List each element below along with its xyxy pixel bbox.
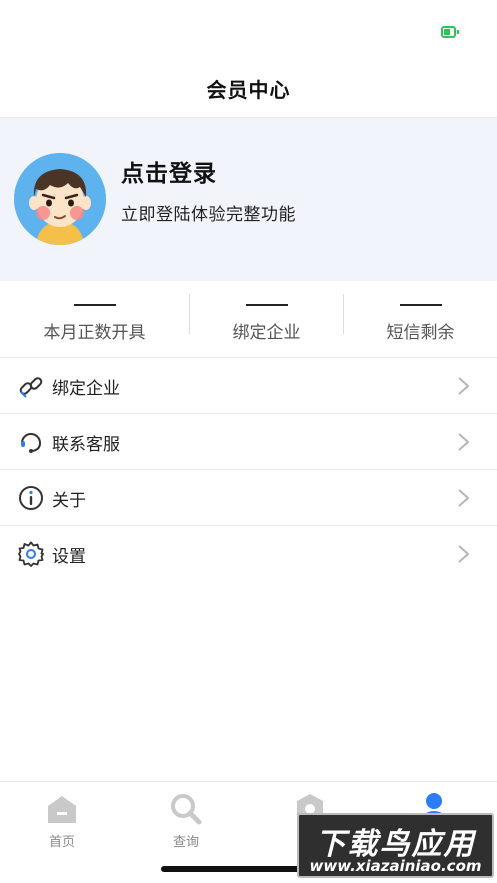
tab-search[interactable]: 查询 bbox=[124, 782, 248, 862]
stat-label: 短信剩余 bbox=[386, 323, 455, 343]
menu-list: 绑定企业 联系客服 关于 设置 bbox=[0, 358, 497, 582]
stat-sms-remaining[interactable]: 短信剩余 bbox=[344, 281, 497, 358]
avatar-boy-illustration bbox=[14, 153, 106, 245]
headset-icon bbox=[21, 433, 41, 453]
tab-label: 查询 bbox=[172, 835, 199, 850]
menu-item-label: 关于 bbox=[52, 491, 86, 511]
menu-item-label: 绑定企业 bbox=[52, 379, 120, 399]
tab-home[interactable]: 首页 bbox=[0, 782, 124, 862]
stat-label: 绑定企业 bbox=[232, 323, 301, 343]
tab-label: 首页 bbox=[48, 835, 75, 850]
chevron-right-icon bbox=[458, 433, 470, 451]
login-subtitle: 立即登陆体验完整功能 bbox=[121, 205, 296, 225]
menu-item-label: 联系客服 bbox=[52, 435, 120, 455]
menu-item-about[interactable]: 关于 bbox=[0, 470, 497, 526]
link-icon bbox=[19, 377, 43, 398]
menu-item-bind-company[interactable]: 绑定企业 bbox=[0, 358, 497, 414]
login-card[interactable]: 点击登录 立即登陆体验完整功能 bbox=[0, 117, 497, 281]
menu-item-label: 设置 bbox=[52, 547, 86, 567]
battery-icon bbox=[441, 26, 459, 38]
chevron-right-icon bbox=[458, 489, 470, 507]
login-title[interactable]: 点击登录 bbox=[121, 154, 217, 188]
search-icon bbox=[171, 794, 202, 825]
home-icon bbox=[48, 796, 76, 823]
status-bar bbox=[0, 0, 497, 62]
menu-item-customer-service[interactable]: 联系客服 bbox=[0, 414, 497, 470]
chevron-right-icon bbox=[458, 545, 470, 563]
watermark-url: www.xiazainiao.com bbox=[309, 857, 482, 875]
stat-value bbox=[245, 304, 288, 306]
avatar[interactable] bbox=[14, 153, 106, 245]
page-title: 会员中心 bbox=[206, 78, 291, 102]
stats-row: 本月正数开具 绑定企业 短信剩余 bbox=[0, 281, 497, 358]
gear-icon bbox=[18, 541, 44, 567]
watermark-logo: 下载鸟应用 www.xiazainiao.com bbox=[297, 813, 494, 878]
stat-value bbox=[399, 304, 442, 306]
chevron-right-icon bbox=[458, 377, 470, 395]
stat-value bbox=[73, 304, 116, 306]
menu-item-settings[interactable]: 设置 bbox=[0, 526, 497, 582]
stat-monthly-invoices[interactable]: 本月正数开具 bbox=[0, 281, 189, 358]
stat-label: 本月正数开具 bbox=[43, 323, 146, 343]
stat-bound-companies[interactable]: 绑定企业 bbox=[190, 281, 343, 358]
info-icon bbox=[19, 486, 43, 510]
